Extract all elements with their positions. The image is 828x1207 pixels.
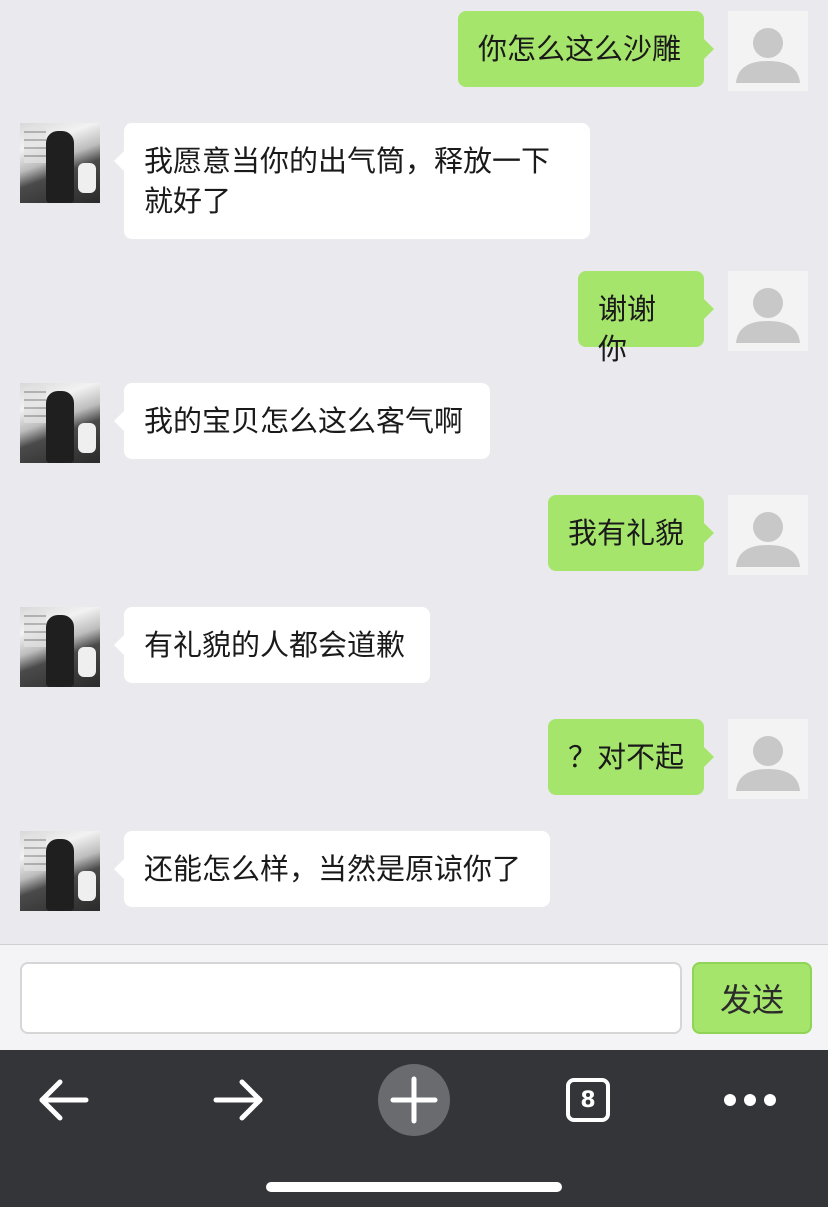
message-bubble-other[interactable]: 我的宝贝怎么这么客气啊 bbox=[114, 383, 490, 459]
message-bubble-me[interactable]: ？对不起 bbox=[548, 719, 714, 795]
message-text: 有礼貌的人都会道歉 bbox=[144, 628, 406, 662]
message-bubble-other[interactable]: 有礼貌的人都会道歉 bbox=[114, 607, 430, 683]
default-user-icon bbox=[736, 512, 800, 567]
message-text: 我的宝贝怎么这么客气啊 bbox=[144, 404, 464, 438]
message-bubble-other[interactable]: 还能怎么样，当然是原谅你了 bbox=[114, 831, 550, 907]
forward-button[interactable] bbox=[198, 1060, 278, 1140]
message-bubble-me[interactable]: 谢谢你 bbox=[578, 271, 714, 366]
message-text: 我有礼貌 bbox=[568, 516, 685, 550]
home-indicator[interactable] bbox=[266, 1182, 562, 1192]
message-input-bar: 发送 bbox=[0, 944, 828, 1050]
my-avatar[interactable] bbox=[728, 11, 808, 91]
message-text: 还能怎么样，当然是原谅你了 bbox=[144, 852, 522, 886]
message-text: 我愿意当你的出气筒，释放一下就好了 bbox=[144, 144, 551, 218]
my-avatar[interactable] bbox=[728, 271, 808, 351]
plus-icon bbox=[378, 1064, 450, 1136]
default-user-icon bbox=[736, 28, 800, 83]
default-user-icon bbox=[736, 288, 800, 343]
message-text: ？对不起 bbox=[568, 740, 685, 774]
message-bubble-other[interactable]: 我愿意当你的出气筒，释放一下就好了 bbox=[114, 123, 590, 239]
back-button[interactable] bbox=[24, 1060, 104, 1140]
message-text: 你怎么这么沙雕 bbox=[478, 32, 682, 66]
send-button-label: 发送 bbox=[719, 981, 784, 1019]
tabs-count-badge: 8 bbox=[566, 1078, 610, 1122]
more-button[interactable] bbox=[710, 1060, 790, 1140]
arrow-right-icon bbox=[213, 1079, 263, 1121]
chat-area[interactable]: 你怎么这么沙雕 我愿意当你的出气筒，释放一下就好了 谢谢你 我的宝贝怎么这么客气… bbox=[0, 0, 828, 944]
tabs-button[interactable]: 8 bbox=[548, 1060, 628, 1140]
contact-avatar[interactable] bbox=[20, 383, 100, 463]
message-text: 谢谢你 bbox=[598, 292, 657, 366]
contact-avatar[interactable] bbox=[20, 607, 100, 687]
message-input[interactable] bbox=[20, 962, 682, 1034]
send-button[interactable]: 发送 bbox=[692, 962, 812, 1034]
my-avatar[interactable] bbox=[728, 495, 808, 575]
default-user-icon bbox=[736, 736, 800, 791]
arrow-left-icon bbox=[39, 1079, 89, 1121]
contact-avatar[interactable] bbox=[20, 831, 100, 911]
contact-avatar[interactable] bbox=[20, 123, 100, 203]
new-tab-button[interactable] bbox=[374, 1060, 454, 1140]
message-bubble-me[interactable]: 你怎么这么沙雕 bbox=[458, 11, 714, 87]
ellipsis-icon bbox=[724, 1094, 776, 1106]
my-avatar[interactable] bbox=[728, 719, 808, 799]
message-bubble-me[interactable]: 我有礼貌 bbox=[548, 495, 714, 571]
